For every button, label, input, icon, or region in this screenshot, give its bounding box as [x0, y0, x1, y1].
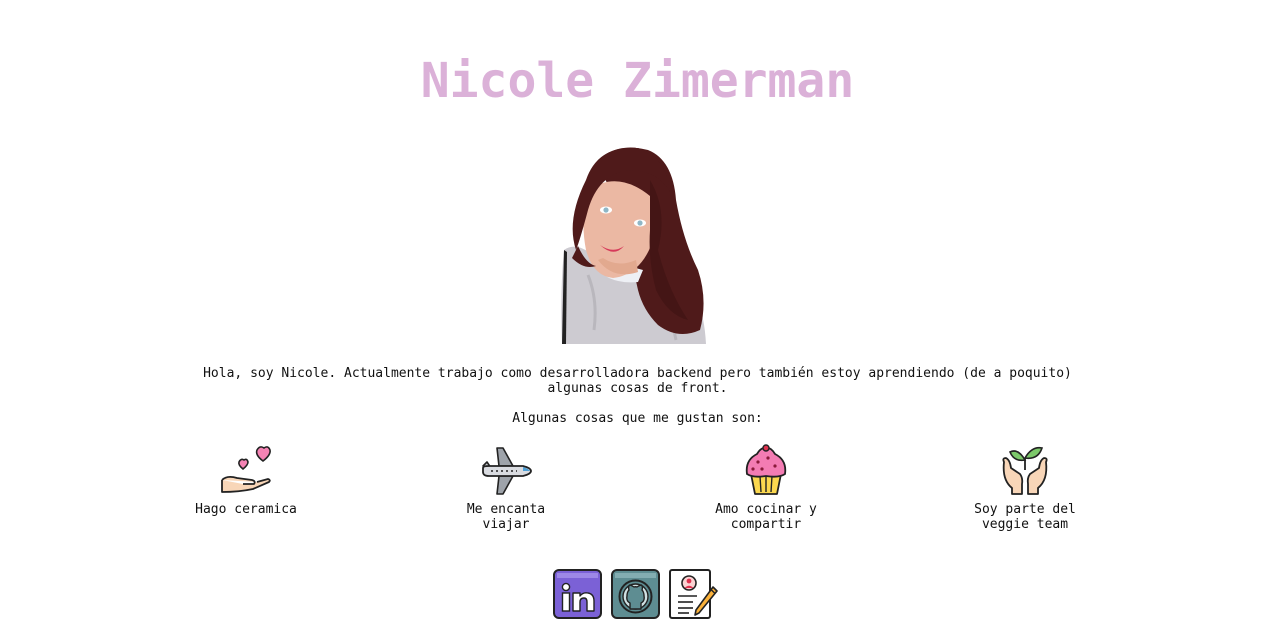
- like-label: Soy parte del veggie team: [974, 502, 1076, 532]
- github-icon[interactable]: [611, 569, 660, 619]
- like-item-cooking: Amo cocinar y compartir: [701, 444, 831, 532]
- resume-icon[interactable]: [669, 569, 718, 619]
- like-item-ceramics: Hago ceramica: [181, 444, 311, 517]
- social-links: [553, 569, 718, 619]
- airplane-icon: [482, 447, 532, 495]
- likes-heading: Algunas cosas que me gustan son:: [512, 411, 763, 426]
- like-label: Hago ceramica: [195, 502, 297, 517]
- like-label: Me encanta viajar: [466, 502, 546, 532]
- avatar: [561, 147, 706, 344]
- intro-text: Hola, soy Nicole. Actualmente trabajo co…: [203, 366, 1072, 396]
- like-item-veggie: Soy parte del veggie team: [960, 444, 1090, 532]
- hand-hearts-icon: [221, 446, 271, 493]
- cupcake-icon: [745, 444, 787, 495]
- hands-plant-icon: [1002, 446, 1048, 495]
- like-item-travel: Me encanta viajar: [441, 444, 571, 532]
- linkedin-icon[interactable]: [553, 569, 602, 619]
- page-title: Nicole Zimerman: [420, 53, 855, 109]
- like-label: Amo cocinar y compartir: [715, 502, 817, 532]
